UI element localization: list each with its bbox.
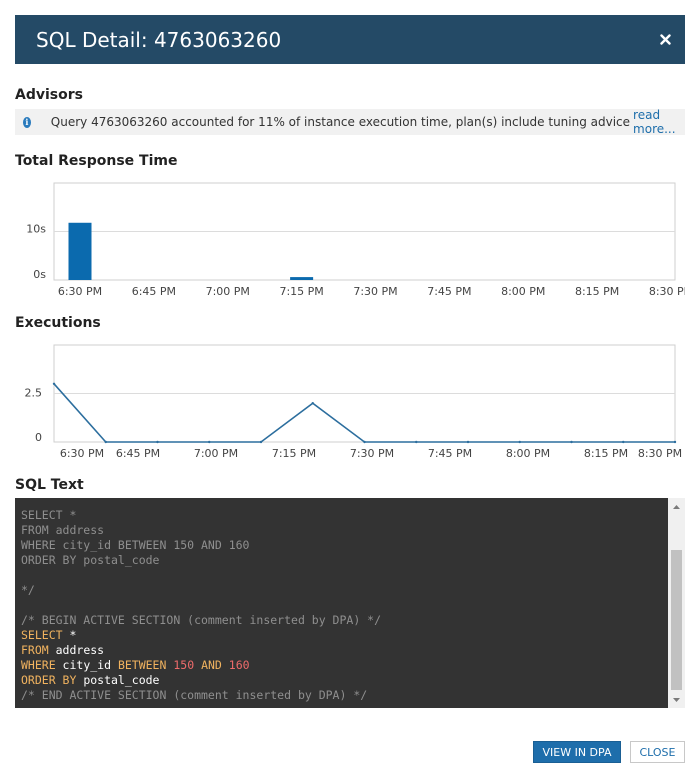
read-more-link[interactable]: read more...: [633, 108, 685, 136]
y-tick-label: 2.5: [25, 387, 43, 400]
data-point[interactable]: [415, 440, 418, 444]
sql-line: WHERE city_id BETWEEN 150 AND 160: [21, 538, 666, 553]
x-tick-label: 8:00 PM: [501, 285, 545, 298]
sql-text-heading: SQL Text: [15, 477, 84, 493]
sql-text-panel[interactable]: SELECT * FROM address WHERE city_id BETWEE…: [15, 498, 685, 708]
x-tick-label: 8:30 PM: [649, 285, 685, 298]
response-time-svg: 0s 10s 6:30 PM 6:45 PM 7:00 PM 7:15 PM 7:30 PM…: [26, 182, 685, 298]
x-tick-label: 6:30 PM: [60, 447, 104, 460]
view-in-dpa-button[interactable]: VIEW IN DPA: [533, 741, 621, 763]
data-point[interactable]: [52, 382, 56, 385]
sql-line: SELECT *: [21, 628, 666, 643]
data-point[interactable]: [259, 440, 263, 444]
info-icon: i: [23, 116, 31, 128]
sql-token: BETWEEN: [117, 658, 167, 672]
x-tick-label: 6:45 PM: [116, 447, 160, 460]
bar[interactable]: [68, 222, 92, 280]
sql-line: /* BEGIN ACTIVE SECTION (comment inserte…: [21, 613, 666, 628]
sql-line: FROM address: [21, 523, 666, 538]
x-tick-label: 6:30 PM: [58, 285, 102, 298]
data-point[interactable]: [104, 440, 107, 444]
data-point[interactable]: [518, 440, 521, 444]
y-tick-label: 10s: [26, 223, 46, 236]
data-point[interactable]: [570, 440, 573, 444]
x-tick-label: 8:30 PM: [638, 447, 682, 460]
sql-line: [21, 568, 666, 583]
sql-scrollbar[interactable]: [668, 498, 685, 708]
x-tick-label: 7:00 PM: [194, 447, 238, 460]
x-tick-label: 7:30 PM: [350, 447, 394, 460]
scroll-down-icon[interactable]: [668, 691, 685, 708]
x-tick-label: 6:45 PM: [132, 285, 176, 298]
close-button[interactable]: CLOSE: [630, 741, 685, 763]
sql-token: city_id: [55, 658, 118, 672]
sql-token: WHERE: [21, 658, 56, 672]
y-tick-label: 0: [35, 431, 42, 444]
sql-token: /* END ACTIVE SECTION (comment inserted …: [21, 688, 368, 702]
sql-line: ORDER BY postal_code: [21, 553, 666, 568]
x-tick-label: 7:45 PM: [427, 285, 471, 298]
sql-line: /* END ACTIVE SECTION (comment inserted …: [21, 688, 666, 703]
close-icon[interactable]: [657, 32, 673, 48]
x-tick-label: 8:15 PM: [584, 447, 628, 460]
sql-line: */: [21, 583, 666, 598]
dialog-header: SQL Detail: 4763063260: [15, 15, 685, 64]
x-tick-label: 8:00 PM: [506, 447, 550, 460]
data-point[interactable]: [622, 440, 625, 444]
data-point[interactable]: [208, 440, 211, 444]
sql-token: 160: [228, 658, 250, 672]
sql-line: WHERE city_id BETWEEN 150 AND 160: [21, 658, 666, 673]
sql-token: postal_code: [76, 673, 160, 687]
sql-token: ORDER BY postal_code: [21, 553, 160, 567]
data-point[interactable]: [466, 440, 470, 444]
x-tick-label: 7:15 PM: [272, 447, 316, 460]
x-tick-label: 7:30 PM: [353, 285, 397, 298]
sql-token: ORDER BY: [21, 673, 77, 687]
y-tick-label: 0s: [33, 268, 46, 281]
scroll-up-icon[interactable]: [668, 498, 685, 515]
sql-token: FROM: [21, 643, 49, 657]
executions-svg: 0 2.5 6:30 PM 6:45 PM 7:00 PM 7:15 PM 7:30 PM 7…: [25, 344, 682, 460]
advisors-heading: Advisors: [15, 87, 83, 103]
x-tick-label: 7:00 PM: [206, 285, 250, 298]
sql-token: 150: [173, 658, 195, 672]
executions-chart: 0 2.5 6:30 PM 6:45 PM 7:00 PM 7:15 PM 7:30 PM 7…: [15, 342, 685, 464]
data-point[interactable]: [311, 402, 314, 405]
sql-token: FROM address: [21, 523, 105, 537]
sql-token: *: [62, 628, 77, 642]
sql-line: FROM address: [21, 643, 666, 658]
x-tick-label: 7:15 PM: [279, 285, 323, 298]
sql-token: AND: [201, 658, 222, 672]
data-point[interactable]: [363, 440, 366, 444]
advisor-text: Query 4763063260 accounted for 11% of in…: [50, 115, 631, 129]
response-time-heading: Total Response Time: [15, 153, 178, 169]
data-point[interactable]: [673, 440, 677, 444]
sql-line: [21, 598, 666, 613]
sql-token: WHERE city_id BETWEEN 150 AND 160: [21, 538, 250, 552]
advisor-message: i Query 4763063260 accounted for 11% of …: [15, 108, 685, 136]
sql-token: */: [21, 583, 35, 597]
x-tick-label: 7:45 PM: [428, 447, 472, 460]
x-tick-label: 8:15 PM: [575, 285, 619, 298]
dialog-title: SQL Detail: 4763063260: [36, 27, 282, 52]
response-time-chart: 0s 10s 6:30 PM 6:45 PM 7:00 PM 7:15 PM 7:30 PM…: [15, 180, 685, 305]
sql-token: SELECT: [21, 628, 63, 642]
scroll-thumb[interactable]: [671, 550, 682, 690]
executions-heading: Executions: [15, 315, 101, 331]
sql-token: /* BEGIN ACTIVE SECTION (comment inserte…: [21, 613, 382, 627]
sql-token: SELECT *: [21, 508, 77, 522]
data-point[interactable]: [156, 440, 159, 444]
sql-line: ORDER BY postal_code: [21, 673, 666, 688]
bar[interactable]: [290, 277, 314, 280]
sql-line: SELECT *: [21, 508, 666, 523]
sql-code: SELECT * FROM address WHERE city_id BETWEE…: [21, 508, 666, 703]
sql-token: address: [48, 643, 105, 657]
